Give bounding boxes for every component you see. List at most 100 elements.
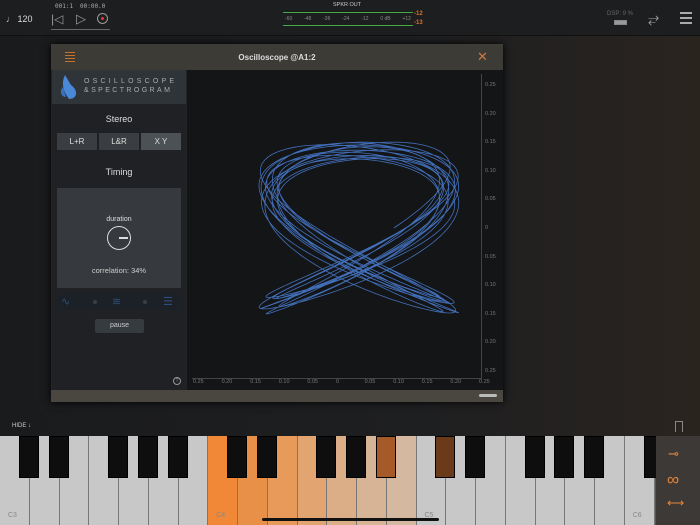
transport-underline bbox=[51, 29, 110, 30]
x-tick-label: 0.10 bbox=[278, 379, 290, 385]
range-icon[interactable]: ⟷ bbox=[667, 496, 684, 510]
routing-icon[interactable]: ⥂ bbox=[648, 10, 659, 27]
black-key[interactable] bbox=[227, 436, 247, 478]
waveform-view-icon[interactable]: ∿ bbox=[61, 295, 70, 308]
black-key[interactable] bbox=[108, 436, 128, 478]
hide-keyboard-button[interactable]: HIDE ↓ bbox=[12, 423, 31, 429]
pause-button[interactable]: pause bbox=[95, 319, 144, 333]
window-title: Oscilloscope @A1:2 bbox=[238, 53, 316, 62]
window-bottom-bar bbox=[51, 390, 503, 402]
meter-tick: 0 dB bbox=[380, 16, 391, 22]
leaf-logo-icon bbox=[60, 75, 77, 99]
meter-tick: -24 bbox=[342, 16, 350, 22]
knob-label: duration bbox=[106, 216, 132, 223]
help-icon[interactable]: ? bbox=[173, 377, 181, 385]
x-tick-label: 0.25 bbox=[479, 379, 490, 385]
black-key[interactable] bbox=[137, 436, 158, 478]
battery-icon bbox=[614, 20, 627, 25]
plugin-window: Oscilloscope @A1:2 ✕ OSCILLOSCOPE &SPECT… bbox=[51, 44, 503, 402]
timing-box: duration correlation: 34% bbox=[57, 188, 181, 288]
x-tick-label: 0 bbox=[336, 379, 340, 385]
black-key[interactable] bbox=[48, 436, 69, 478]
position-readout: 001:1 bbox=[55, 3, 74, 10]
x-tick-label: 0.05 bbox=[364, 379, 376, 385]
home-indicator bbox=[262, 518, 439, 521]
octave-label: C4 bbox=[216, 512, 226, 519]
logo-line2: &SPECTROGRAM bbox=[84, 87, 173, 94]
spectrogram-view-icon[interactable]: ☰ bbox=[163, 295, 173, 308]
mode-xy[interactable]: X Y bbox=[141, 133, 181, 150]
black-key[interactable] bbox=[18, 436, 39, 478]
black-key[interactable] bbox=[524, 436, 545, 478]
peak-left: -12 bbox=[414, 11, 423, 17]
meter-tick: +12 bbox=[402, 16, 411, 22]
black-key[interactable] bbox=[316, 436, 337, 478]
piano-keyboard: C3 C4 C5 C6 bbox=[0, 436, 664, 525]
y-tick-label: 0.20 bbox=[485, 110, 496, 117]
infinity-icon[interactable]: ∞ bbox=[667, 470, 679, 490]
y-tick-label: 0.05 bbox=[485, 196, 496, 203]
x-tick-label: 0.15 bbox=[421, 379, 433, 385]
tempo[interactable]: ♩ 120 bbox=[6, 14, 33, 24]
correlation-readout: correlation: 34% bbox=[91, 266, 147, 275]
menu-icon[interactable] bbox=[680, 12, 692, 24]
resize-handle[interactable] bbox=[479, 394, 497, 397]
y-tick-label: 0.15 bbox=[485, 310, 496, 317]
peak-right: -13 bbox=[414, 20, 423, 26]
black-key[interactable] bbox=[256, 436, 277, 478]
meter-tick: -48 bbox=[304, 16, 312, 22]
y-tick-label: 0.25 bbox=[485, 82, 496, 88]
lissajous-trace bbox=[258, 141, 460, 315]
x-tick-label: 0.05 bbox=[307, 379, 319, 385]
black-key[interactable] bbox=[167, 436, 188, 478]
mode-lr-sum[interactable]: L+R bbox=[57, 133, 97, 150]
octave-label: C6 bbox=[632, 512, 642, 519]
x-tick-label: 0.10 bbox=[393, 379, 404, 385]
meter-tick: -12 bbox=[361, 16, 369, 22]
page-dot bbox=[143, 300, 147, 304]
x-tick-label: 0.15 bbox=[250, 379, 261, 385]
x-tick-label: 0.20 bbox=[450, 379, 462, 385]
play-icon[interactable]: ▷ bbox=[76, 11, 86, 27]
y-tick-label: 0.15 bbox=[485, 139, 496, 146]
stereo-label: Stereo bbox=[105, 114, 133, 124]
y-tick-label: 0.05 bbox=[485, 253, 496, 260]
bookmark-icon[interactable] bbox=[675, 421, 683, 432]
x-tick-label: 0.20 bbox=[221, 379, 233, 385]
octave-label: C3 bbox=[8, 512, 17, 519]
timing-label: Timing bbox=[105, 167, 133, 177]
logo-line1: OSCILLOSCOPE bbox=[84, 78, 178, 85]
window-titlebar[interactable]: Oscilloscope @A1:2 ✕ bbox=[51, 44, 503, 70]
black-key[interactable] bbox=[584, 436, 604, 478]
black-key[interactable] bbox=[554, 436, 575, 478]
logo: OSCILLOSCOPE &SPECTROGRAM bbox=[52, 70, 186, 104]
y-tick-label: 0 bbox=[485, 225, 489, 231]
page-dot bbox=[93, 300, 97, 304]
time-readout: 00:00.0 bbox=[80, 3, 106, 10]
close-icon[interactable]: ✕ bbox=[477, 49, 488, 65]
meter-tick: -36 bbox=[323, 16, 331, 22]
y-axis bbox=[481, 74, 482, 378]
keyboard-side-panel: ⊸ ∞ ⟷ bbox=[656, 436, 700, 525]
black-key[interactable] bbox=[465, 436, 485, 478]
top-toolbar: ♩ 120 001:1 00:00.0 |◁ ▷ SPKR OUT -60 -48… bbox=[0, 0, 700, 36]
wrench-icon[interactable]: ⊸ bbox=[668, 446, 679, 462]
duration-knob[interactable] bbox=[107, 226, 131, 250]
black-key[interactable] bbox=[435, 436, 456, 478]
spectrum-view-icon[interactable]: ≋ bbox=[112, 295, 121, 308]
control-panel: OSCILLOSCOPE &SPECTROGRAM Stereo L+R L&R… bbox=[52, 70, 186, 390]
xy-scope-plot: 0.25 0.20 0.15 0.10 0.05 0 0.05 0.10 0.15 0.20 0.2… bbox=[187, 70, 503, 390]
mode-l-and-r[interactable]: L&R bbox=[99, 133, 139, 150]
black-key[interactable] bbox=[346, 436, 366, 478]
meter-tick: -60 bbox=[285, 16, 293, 22]
rewind-icon[interactable]: |◁ bbox=[51, 12, 63, 26]
view-selector[interactable]: ∿ ≋ ☰ bbox=[57, 294, 181, 310]
trace-path bbox=[258, 141, 460, 315]
x-tick-label: 0.25 bbox=[193, 379, 204, 385]
y-tick-label: 0.10 bbox=[485, 167, 496, 174]
y-tick-label: 0.25 bbox=[485, 368, 496, 374]
record-button[interactable] bbox=[97, 13, 108, 24]
black-key[interactable] bbox=[375, 436, 396, 478]
y-tick-label: 0.10 bbox=[485, 282, 496, 289]
output-meter: -60 -48 -36 -24 -12 0 dB +12 bbox=[283, 12, 413, 26]
